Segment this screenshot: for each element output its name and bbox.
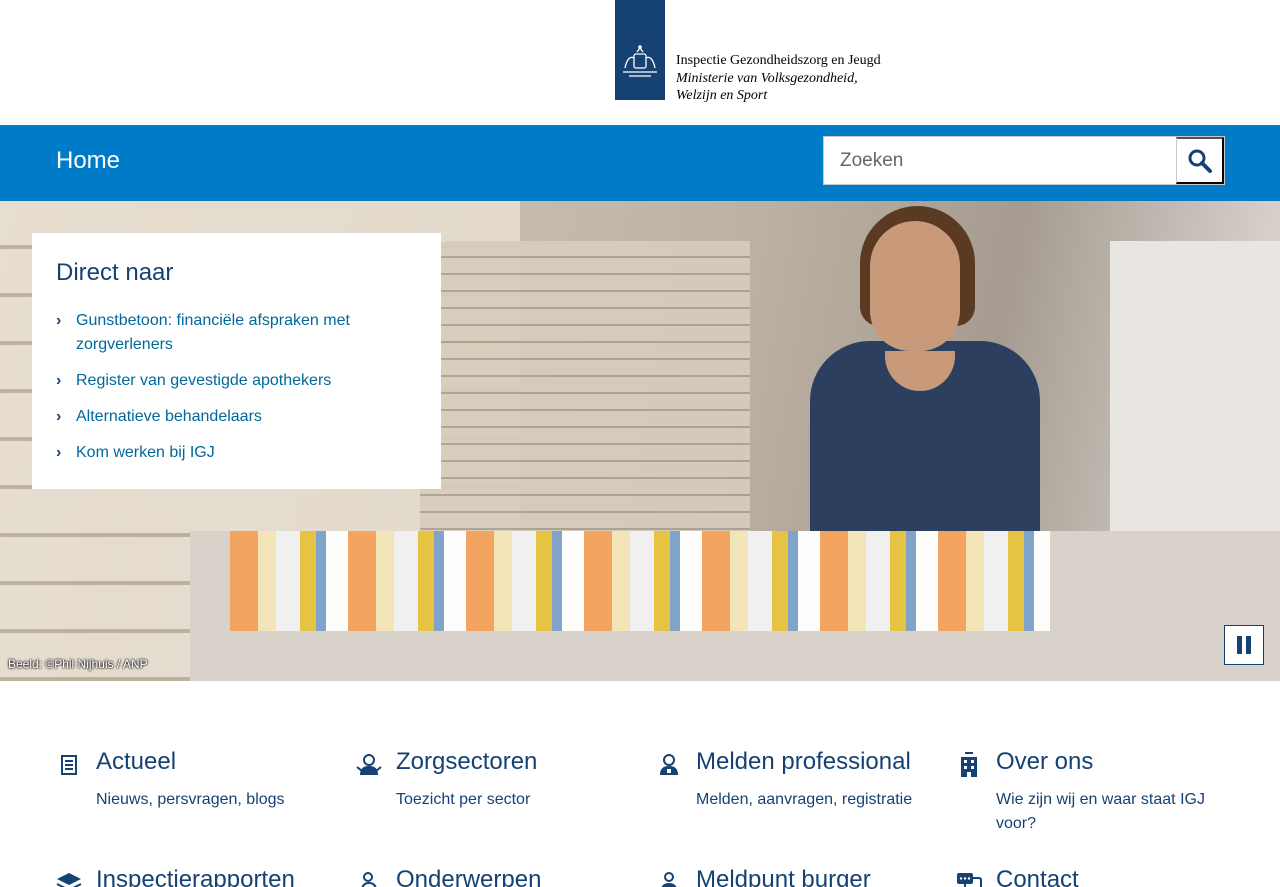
- logo-line-ministry-2: Welzijn en Sport: [676, 88, 768, 103]
- direct-naar-panel: Direct naar › Gunstbetoon: financiële af…: [32, 233, 441, 489]
- logo-ribbon: [615, 0, 665, 100]
- tile-subtitle: Toezicht per sector: [396, 791, 531, 808]
- search-icon: [1188, 149, 1212, 173]
- direct-naar-list: › Gunstbetoon: financiële afspraken met …: [56, 309, 417, 465]
- direct-link-alternatieve-behandelaars[interactable]: Alternatieve behandelaars: [76, 408, 262, 425]
- direct-link-register-apothekers[interactable]: Register van gevestigde apothekers: [76, 372, 331, 389]
- chevron-right-icon: ›: [56, 372, 62, 389]
- navigation-tiles: Actueel Nieuws, persvragen, blogs Zorgse…: [0, 681, 1280, 887]
- search-form: [823, 136, 1225, 185]
- tile-title: Actueel: [96, 748, 177, 775]
- direct-link-gunstbetoon[interactable]: Gunstbetoon: financiële afspraken met zo…: [76, 312, 350, 353]
- tile-title: Contact: [996, 866, 1079, 887]
- direct-link-werken-bij-igj[interactable]: Kom werken bij IGJ: [76, 444, 215, 461]
- chat-icon: [956, 870, 982, 887]
- tile-subtitle: Nieuws, persvragen, blogs: [96, 791, 285, 808]
- newspaper-icon: [56, 752, 82, 778]
- care-worker-icon: [356, 752, 382, 778]
- tile-title: Inspectierapporten: [96, 866, 295, 887]
- citizen-icon: [656, 870, 682, 887]
- logo-line-ministry: Ministerie van Volksgezondheid,: [676, 70, 858, 86]
- search-input[interactable]: [824, 137, 1177, 184]
- tile-title: Meldpunt burger: [696, 866, 871, 887]
- direct-naar-item: › Register van gevestigde apothekers: [56, 369, 417, 393]
- professional-icon: [656, 752, 682, 778]
- tile-subtitle: Wie zijn wij en waar staat IGJ voor?: [996, 791, 1205, 832]
- direct-naar-item: › Alternatieve behandelaars: [56, 405, 417, 429]
- building-icon: [956, 752, 982, 778]
- topics-icon: [356, 870, 382, 887]
- logo-text: Inspectie Gezondheidszorg en Jeugd Minis…: [676, 52, 881, 105]
- direct-naar-item: › Kom werken bij IGJ: [56, 441, 417, 465]
- tile-title: Over ons: [996, 748, 1094, 775]
- hero-banner: Direct naar › Gunstbetoon: financiële af…: [0, 201, 1280, 681]
- layers-icon: [56, 870, 82, 887]
- hero-photo-drawers: [420, 241, 750, 571]
- tile-title: Onderwerpen: [396, 866, 542, 887]
- tile-subtitle: Melden, aanvragen, registratie: [696, 791, 913, 808]
- tile-title: Melden professional: [696, 748, 911, 775]
- search-button[interactable]: [1176, 137, 1224, 184]
- logo-line-organisation: Inspectie Gezondheidszorg en Jeugd: [676, 53, 881, 68]
- site-header: Inspectie Gezondheidszorg en Jeugd Minis…: [0, 0, 1280, 125]
- chevron-right-icon: ›: [56, 444, 62, 461]
- main-navigation: Home: [0, 125, 1280, 201]
- coat-of-arms-icon: [623, 45, 657, 77]
- hero-photo-medicine-boxes: [230, 531, 1050, 631]
- nav-home-link[interactable]: Home: [56, 147, 120, 175]
- chevron-right-icon: ›: [56, 408, 62, 425]
- tile-title: Zorgsectoren: [396, 748, 538, 775]
- pause-icon: [1237, 636, 1242, 654]
- direct-naar-item: › Gunstbetoon: financiële afspraken met …: [56, 309, 417, 357]
- photo-credit: Beeld: ©Phil Nijhuis / ANP: [8, 657, 148, 671]
- direct-naar-title: Direct naar: [56, 259, 174, 286]
- pause-button[interactable]: [1224, 625, 1264, 665]
- chevron-right-icon: ›: [56, 312, 62, 329]
